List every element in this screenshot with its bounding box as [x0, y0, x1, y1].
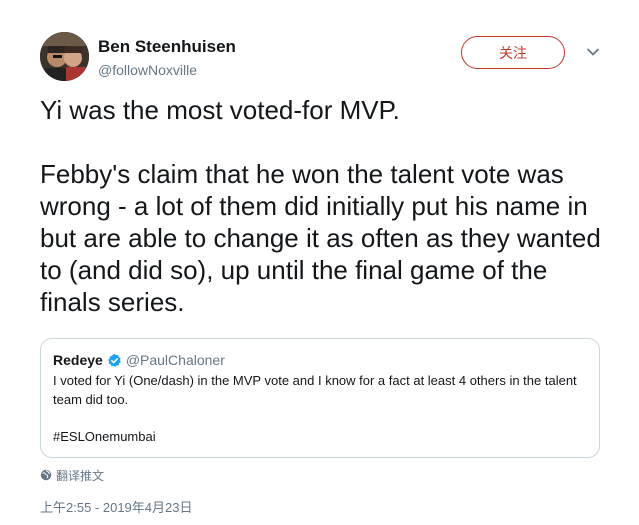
quoted-text: I voted for Yi (One/dash) in the MVP vot… [53, 373, 577, 407]
tweet-card: Ben Steenhuisen @followNoxville 关注 Yi wa… [0, 0, 639, 525]
tweet-text: Yi was the most voted-for MVP. Febby's c… [40, 94, 610, 318]
quoted-tweet-header: Redeye @PaulChaloner [53, 351, 587, 369]
verified-badge-icon [107, 353, 122, 368]
quoted-hashtag: #ESLOnemumbai [53, 429, 156, 444]
author-handle[interactable]: @followNoxville [98, 61, 236, 79]
tweet-paragraph: Yi was the most voted-for MVP. [40, 95, 400, 125]
follow-button[interactable]: 关注 [461, 36, 565, 69]
tweet-timestamp[interactable]: 上午2:55 - 2019年4月23日 [40, 497, 192, 516]
quoted-tweet[interactable]: Redeye @PaulChaloner I voted for Yi (One… [40, 338, 600, 458]
quoted-handle: @PaulChaloner [125, 352, 225, 368]
avatar-photo-icon [40, 32, 89, 81]
tweet-paragraph: Febby's claim that he won the talent vot… [40, 159, 601, 317]
globe-icon [40, 469, 52, 481]
translate-tweet-link[interactable]: 翻译推文 [40, 466, 104, 484]
author-names: Ben Steenhuisen @followNoxville [98, 37, 236, 79]
author-avatar[interactable] [40, 32, 89, 81]
quoted-display-name: Redeye [53, 352, 103, 368]
chevron-down-icon[interactable] [585, 44, 601, 60]
translate-label: 翻译推文 [56, 468, 105, 483]
tweet-header: Ben Steenhuisen @followNoxville 关注 [40, 32, 610, 82]
author-display-name[interactable]: Ben Steenhuisen [98, 37, 236, 57]
